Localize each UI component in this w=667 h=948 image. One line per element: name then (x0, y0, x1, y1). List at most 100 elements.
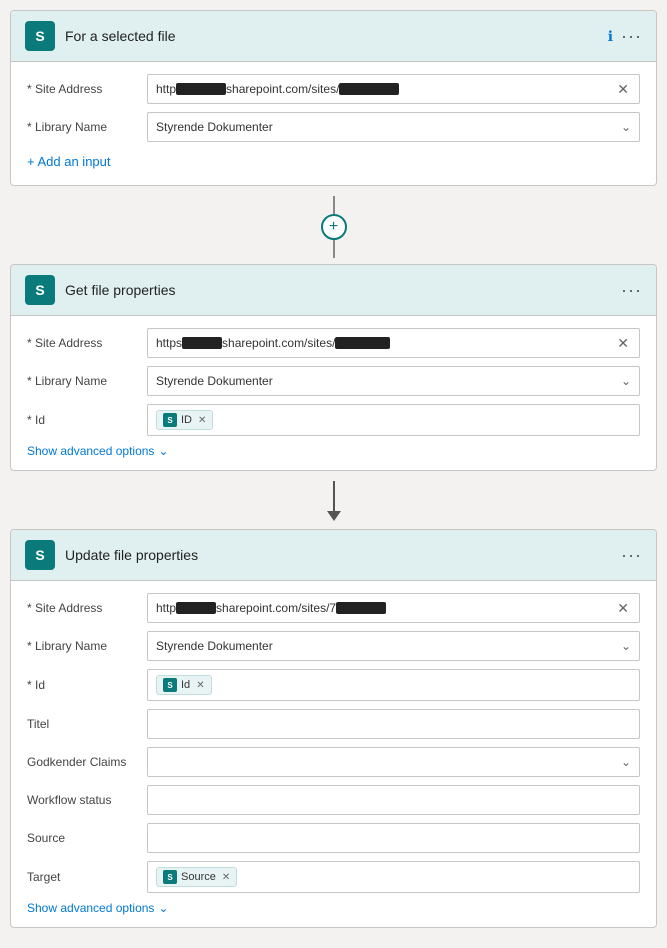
card1-site-address-label: * Site Address (27, 82, 137, 96)
card2-more-icon[interactable]: ··· (621, 280, 642, 301)
card3-id-row: * Id S Id ✕ (27, 669, 640, 701)
card2-show-advanced-label: Show advanced options (27, 444, 154, 458)
card3-id-chip: S Id ✕ (156, 675, 212, 695)
card1-body: * Site Address httpsharepoint.com/sites/… (11, 62, 656, 185)
card1-site-address-clear[interactable]: ✕ (615, 81, 631, 98)
card2-id-chip-icon: S (163, 413, 177, 427)
card3-source-input[interactable] (156, 831, 631, 845)
connector1-circle[interactable]: + (321, 214, 347, 240)
card2-id-row: * Id S ID ✕ (27, 404, 640, 436)
card3-show-advanced[interactable]: Show advanced options ⌄ (27, 901, 640, 915)
add-input-label: + Add an input (27, 154, 111, 169)
card3-body: * Site Address httpsharepoint.com/sites/… (11, 581, 656, 927)
card3-workflow-label: Workflow status (27, 793, 137, 807)
card3-target-chip-icon: S (163, 870, 177, 884)
card1-icon: S (25, 21, 55, 51)
card3-godkender-label: Godkender Claims (27, 755, 137, 769)
card3-target-chip-label: Source (181, 871, 216, 883)
card3-library-name-label: * Library Name (27, 639, 137, 653)
card3-site-address-clear[interactable]: ✕ (615, 600, 631, 617)
card1-library-name-value: Styrende Dokumenter (156, 120, 273, 134)
card2-library-name-dropdown[interactable]: Styrende Dokumenter ⌄ (147, 366, 640, 396)
card3-source-field[interactable] (147, 823, 640, 853)
card3-titel-row: Titel (27, 709, 640, 739)
card3-godkender-chevron: ⌄ (621, 755, 631, 769)
card2-library-name-label: * Library Name (27, 374, 137, 388)
card3-site-address-row: * Site Address httpsharepoint.com/sites/… (27, 593, 640, 623)
card1-site-address-value: httpsharepoint.com/sites/ (156, 82, 615, 96)
card3-advanced-chevron: ⌄ (158, 901, 168, 915)
card2-id-chip-label: ID (181, 414, 192, 426)
more-menu-icon[interactable]: ··· (621, 26, 642, 47)
connector1-line (333, 196, 335, 214)
masked-seg3 (182, 337, 222, 349)
card3-titel-field[interactable] (147, 709, 640, 739)
card3-icon: S (25, 540, 55, 570)
card2-site-address-value: httpssharepoint.com/sites/ (156, 336, 615, 350)
card3-show-advanced-label: Show advanced options (27, 901, 154, 915)
card3-workflow-field[interactable] (147, 785, 640, 815)
card3-source-row: Source (27, 823, 640, 853)
card3-site-address-field[interactable]: httpsharepoint.com/sites/7 ✕ (147, 593, 640, 623)
card-update-file-properties: S Update file properties ··· * Site Addr… (10, 529, 657, 928)
card2-body: * Site Address httpssharepoint.com/sites… (11, 316, 656, 470)
card2-id-chip: S ID ✕ (156, 410, 213, 430)
card3-target-row: Target S Source ✕ (27, 861, 640, 893)
card3-library-name-dropdown[interactable]: Styrende Dokumenter ⌄ (147, 631, 640, 661)
card2-icon: S (25, 275, 55, 305)
card1-actions: ℹ ··· (608, 26, 642, 47)
card2-header: S Get file properties ··· (11, 265, 656, 316)
card2-site-address-clear[interactable]: ✕ (615, 335, 631, 352)
masked-segment2 (339, 83, 399, 95)
card3-id-label: * Id (27, 678, 137, 692)
card3-id-chip-remove[interactable]: ✕ (196, 680, 204, 691)
card1-library-name-chevron: ⌄ (621, 120, 631, 134)
card1-header: S For a selected file ℹ ··· (11, 11, 656, 62)
card2-site-address-row: * Site Address httpssharepoint.com/sites… (27, 328, 640, 358)
card2-site-address-label: * Site Address (27, 336, 137, 350)
card2-actions: ··· (621, 280, 642, 301)
connector2 (10, 481, 657, 521)
masked-seg6 (336, 602, 386, 614)
connector2-arrow (327, 511, 341, 521)
card3-id-field[interactable]: S Id ✕ (147, 669, 640, 701)
card3-library-name-row: * Library Name Styrende Dokumenter ⌄ (27, 631, 640, 661)
card2-library-chevron: ⌄ (621, 374, 631, 388)
card3-titel-input[interactable] (156, 717, 631, 731)
card2-advanced-chevron: ⌄ (158, 444, 168, 458)
connector1: + (10, 196, 657, 258)
card1-site-address-field[interactable]: httpsharepoint.com/sites/ ✕ (147, 74, 640, 104)
card1-library-name-dropdown[interactable]: Styrende Dokumenter ⌄ (147, 112, 640, 142)
card1-site-address-row: * Site Address httpsharepoint.com/sites/… (27, 74, 640, 104)
card3-library-chevron: ⌄ (621, 639, 631, 653)
card3-godkender-row: Godkender Claims ⌄ (27, 747, 640, 777)
card-get-file-properties: S Get file properties ··· * Site Address… (10, 264, 657, 471)
card3-titel-label: Titel (27, 717, 137, 731)
masked-segment1 (176, 83, 226, 95)
card3-more-icon[interactable]: ··· (621, 545, 642, 566)
card2-library-name-value: Styrende Dokumenter (156, 374, 273, 388)
card3-library-name-value: Styrende Dokumenter (156, 639, 273, 653)
card3-target-label: Target (27, 870, 137, 884)
card2-id-chip-remove[interactable]: ✕ (198, 415, 206, 426)
card3-workflow-row: Workflow status (27, 785, 640, 815)
card3-godkender-dropdown[interactable]: ⌄ (147, 747, 640, 777)
card3-target-chip-remove[interactable]: ✕ (222, 872, 230, 883)
card3-site-address-label: * Site Address (27, 601, 137, 615)
card1-library-name-label: * Library Name (27, 120, 137, 134)
card2-site-address-field[interactable]: httpssharepoint.com/sites/ ✕ (147, 328, 640, 358)
card2-id-field[interactable]: S ID ✕ (147, 404, 640, 436)
info-icon[interactable]: ℹ (608, 28, 613, 45)
card3-actions: ··· (621, 545, 642, 566)
card3-source-label: Source (27, 831, 137, 845)
add-input-button[interactable]: + Add an input (27, 150, 640, 173)
card3-title: Update file properties (65, 547, 611, 563)
card2-show-advanced[interactable]: Show advanced options ⌄ (27, 444, 640, 458)
card3-id-chip-label: Id (181, 679, 190, 691)
connector2-line (333, 481, 335, 511)
card1-library-name-row: * Library Name Styrende Dokumenter ⌄ (27, 112, 640, 142)
card3-workflow-input[interactable] (156, 793, 631, 807)
card3-target-field[interactable]: S Source ✕ (147, 861, 640, 893)
card3-header: S Update file properties ··· (11, 530, 656, 581)
card2-id-label: * Id (27, 413, 137, 427)
